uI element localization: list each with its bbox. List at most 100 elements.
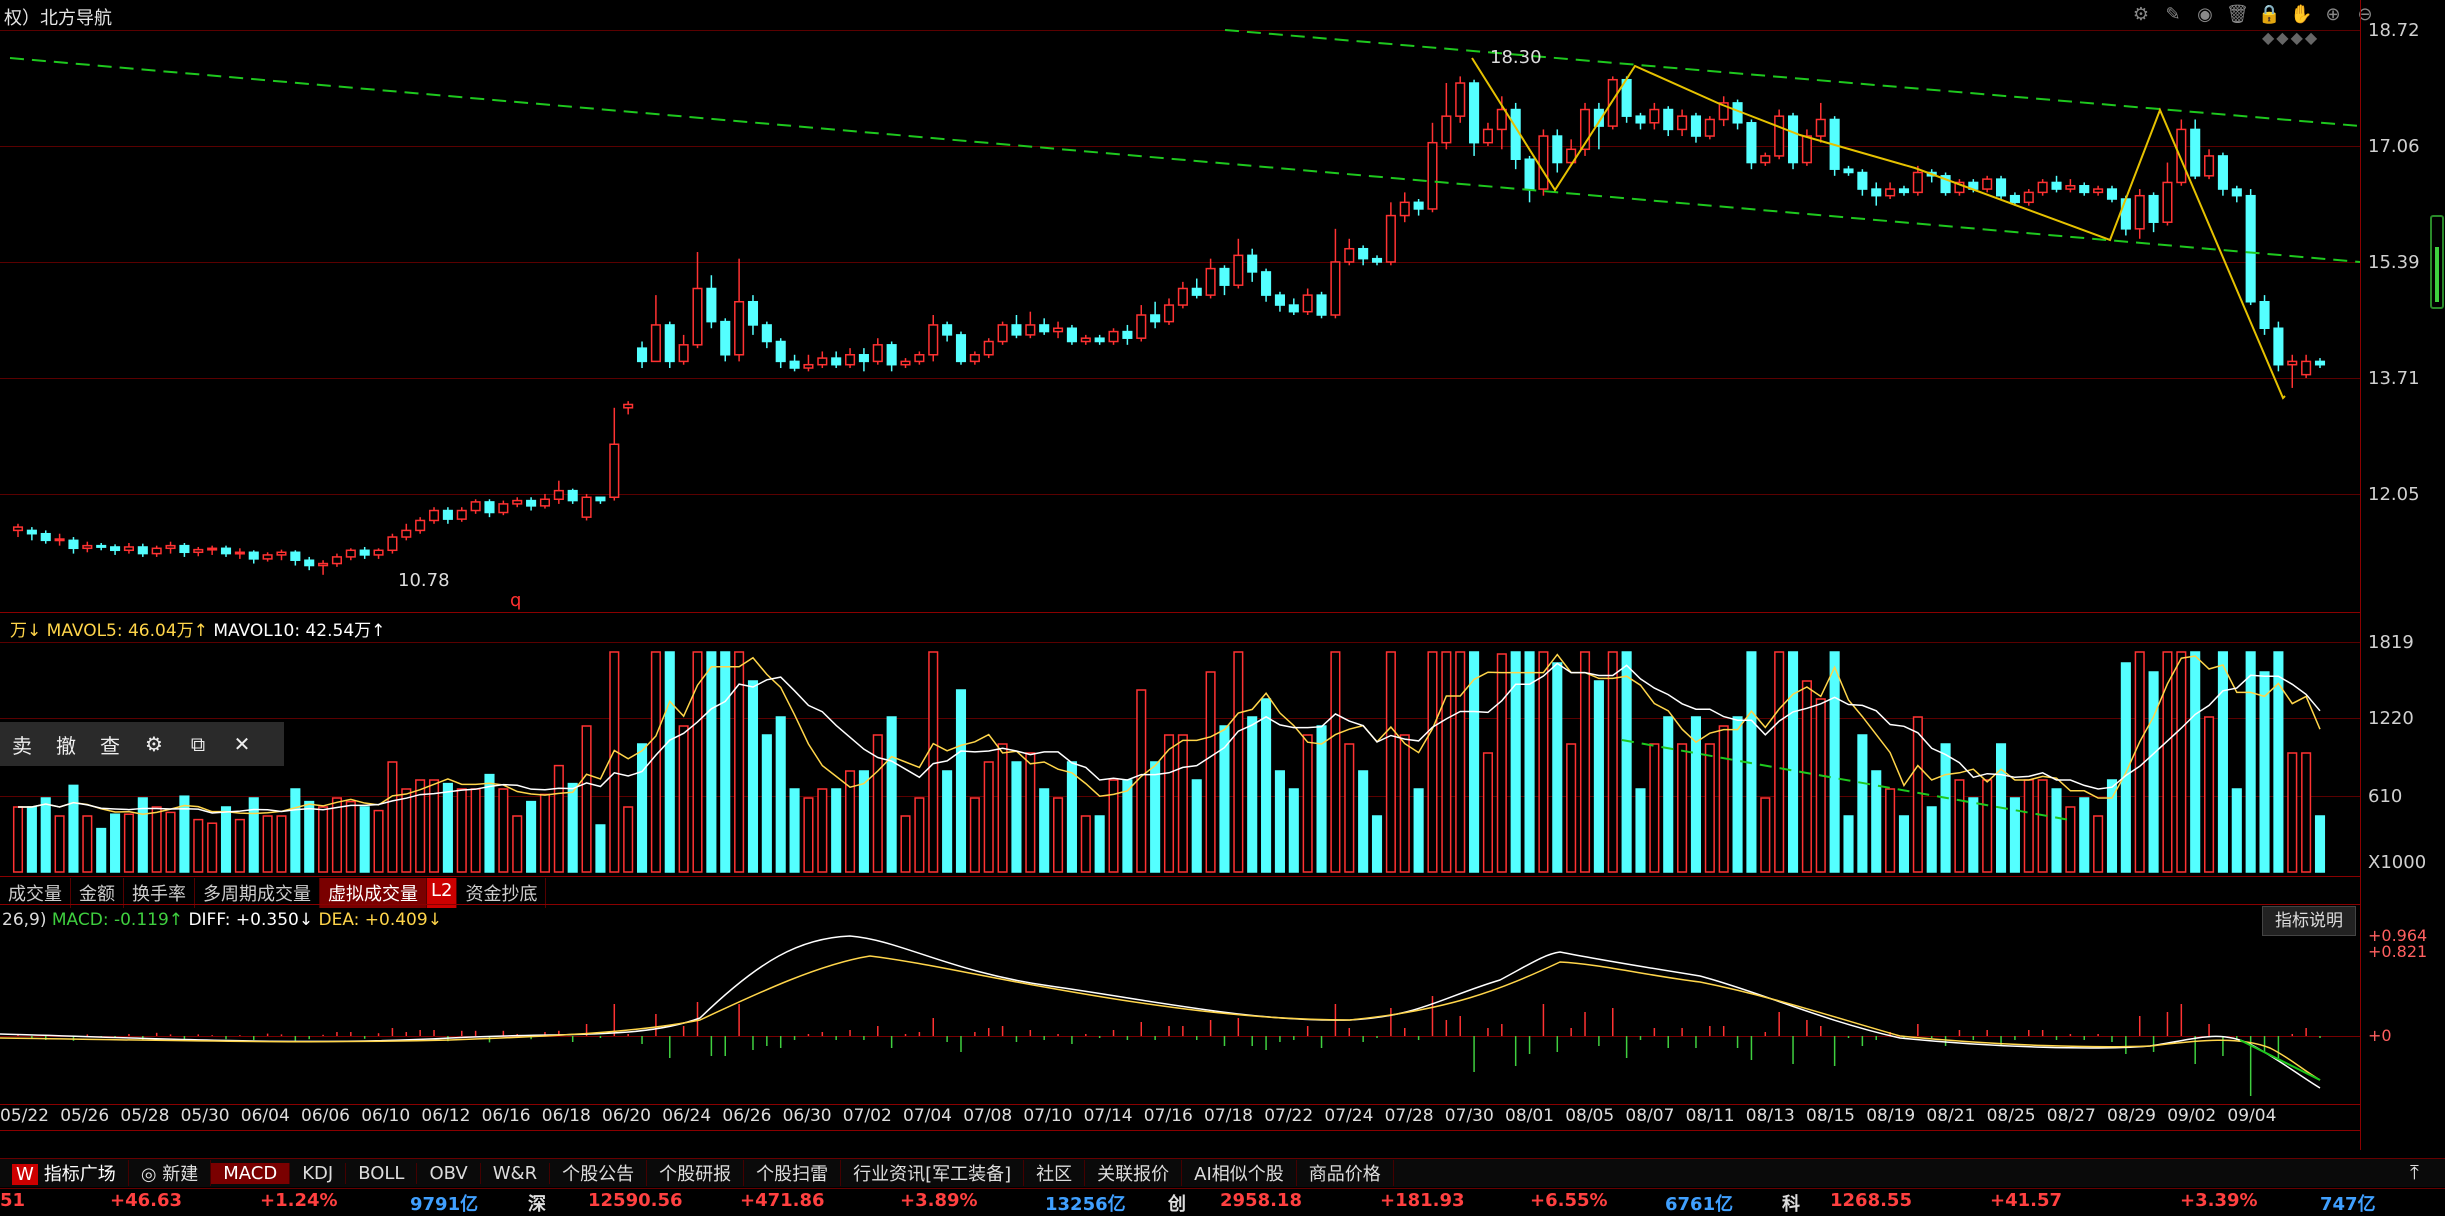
tab-stock-risk-scan[interactable]: 个股扫雷 bbox=[744, 1160, 842, 1186]
candle bbox=[1371, 257, 1383, 263]
candle bbox=[1635, 115, 1646, 124]
close-icon[interactable]: ✕ bbox=[220, 732, 264, 756]
volume-bar bbox=[1566, 743, 1577, 873]
candle bbox=[1455, 82, 1466, 117]
volume-bar bbox=[706, 651, 717, 873]
date-tick: 07/14 bbox=[1083, 1106, 1133, 1126]
candle bbox=[2314, 360, 2326, 366]
volume-axis-label: 610 bbox=[2368, 786, 2403, 807]
trend-line[interactable] bbox=[1224, 29, 2360, 127]
tab-industry-news[interactable]: 行业资讯[军工装备] bbox=[841, 1160, 1025, 1186]
volume-bar bbox=[1885, 788, 1896, 873]
candle bbox=[456, 509, 467, 520]
candle bbox=[415, 519, 426, 532]
candlestick-chart[interactable]: 18.30 10.78 q bbox=[0, 0, 2360, 610]
tab-boll[interactable]: BOLL bbox=[346, 1162, 418, 1184]
tab-stock-announcements[interactable]: 个股公告 bbox=[550, 1160, 648, 1186]
candle bbox=[526, 499, 537, 507]
macd-chart[interactable] bbox=[0, 920, 2360, 1106]
candle bbox=[1441, 115, 1452, 144]
volume-bar bbox=[1607, 651, 1618, 873]
tab-new[interactable]: ◎ 新建 bbox=[129, 1160, 212, 1186]
scrollbar-thumb[interactable] bbox=[2435, 247, 2439, 302]
candle bbox=[1316, 294, 1327, 316]
candle bbox=[1163, 304, 1175, 323]
candle bbox=[900, 360, 911, 366]
candle bbox=[2217, 155, 2228, 190]
settings-icon[interactable]: ⚙ bbox=[132, 732, 176, 756]
volume-bar bbox=[442, 782, 453, 873]
candle bbox=[636, 347, 648, 363]
scrollbar[interactable] bbox=[2430, 215, 2444, 309]
ticker-value: +41.57 bbox=[1990, 1190, 2063, 1211]
camera-icon: ◎ bbox=[140, 1164, 163, 1185]
volume-bar bbox=[858, 770, 869, 873]
tab-ai-similar[interactable]: AI相似个股 bbox=[1182, 1160, 1297, 1186]
candle bbox=[1510, 108, 1521, 160]
cancel-button[interactable]: 撤 bbox=[44, 730, 88, 759]
date-tick: 07/24 bbox=[1324, 1106, 1374, 1126]
tab-wr[interactable]: W&R bbox=[481, 1162, 551, 1184]
volume-bar bbox=[2065, 806, 2076, 873]
tab-indicator-square[interactable]: W 指标广场 bbox=[0, 1160, 129, 1186]
volume-bar bbox=[664, 651, 675, 873]
candle bbox=[262, 554, 273, 560]
volume-bar bbox=[969, 797, 980, 873]
tab-kdj[interactable]: KDJ bbox=[290, 1162, 347, 1184]
candle bbox=[734, 300, 745, 356]
volume-chart[interactable] bbox=[0, 630, 2360, 876]
volume-bar bbox=[1857, 734, 1868, 873]
trend-line[interactable] bbox=[9, 57, 2360, 263]
candle bbox=[1801, 135, 1812, 164]
volume-bar bbox=[928, 651, 939, 873]
volume-bar bbox=[595, 824, 606, 873]
high-annotation: 18.30 bbox=[1490, 47, 1542, 68]
restore-icon[interactable]: ⧉ bbox=[176, 732, 220, 756]
tab-macd[interactable]: MACD bbox=[211, 1162, 291, 1184]
sell-button[interactable]: 卖 bbox=[0, 730, 44, 759]
date-tick: 08/25 bbox=[1986, 1106, 2036, 1126]
candle bbox=[2301, 360, 2312, 376]
tab-community[interactable]: 社区 bbox=[1024, 1160, 1086, 1186]
tab-commodity-prices[interactable]: 商品价格 bbox=[1297, 1160, 1394, 1186]
date-tick: 08/21 bbox=[1926, 1106, 1976, 1126]
price-axis-line bbox=[2360, 0, 2361, 1150]
candle bbox=[359, 549, 370, 556]
candle bbox=[2093, 188, 2104, 194]
candle bbox=[706, 287, 717, 323]
volume-bar bbox=[2176, 651, 2187, 873]
candle bbox=[581, 496, 592, 518]
ticker-value: +46.63 bbox=[110, 1190, 183, 1211]
volume-bar bbox=[650, 651, 661, 873]
volume-bar bbox=[1261, 698, 1272, 873]
tab-stock-research[interactable]: 个股研报 bbox=[647, 1160, 745, 1186]
tab-related-quotes[interactable]: 关联报价 bbox=[1085, 1160, 1183, 1186]
candle bbox=[1219, 267, 1230, 286]
candle bbox=[1649, 108, 1660, 124]
volume-bar bbox=[1552, 662, 1563, 873]
date-tick: 08/11 bbox=[1685, 1106, 1735, 1126]
ticker-value: 9791亿 bbox=[410, 1194, 479, 1215]
volume-axis-label: 1220 bbox=[2368, 708, 2414, 729]
candle bbox=[1746, 122, 1757, 164]
tab-obv[interactable]: OBV bbox=[417, 1162, 481, 1184]
candle bbox=[373, 549, 384, 556]
candle bbox=[2162, 181, 2173, 223]
volume-bar bbox=[2259, 671, 2270, 873]
candle bbox=[955, 334, 967, 363]
candle bbox=[678, 344, 689, 363]
candle bbox=[567, 489, 578, 502]
candle bbox=[1787, 115, 1799, 164]
volume-bar bbox=[2287, 752, 2298, 873]
volume-bar bbox=[193, 818, 204, 873]
query-button[interactable]: 查 bbox=[88, 730, 132, 759]
collapse-icon[interactable]: ⤒ bbox=[2410, 1160, 2419, 1184]
candle bbox=[304, 559, 315, 567]
candle bbox=[831, 357, 842, 366]
volume-bar bbox=[1011, 761, 1022, 873]
candle bbox=[1094, 337, 1105, 343]
candle bbox=[1385, 214, 1396, 263]
candle bbox=[1025, 324, 1036, 336]
date-tick: 06/24 bbox=[662, 1106, 712, 1126]
volume-bar bbox=[1649, 743, 1660, 873]
